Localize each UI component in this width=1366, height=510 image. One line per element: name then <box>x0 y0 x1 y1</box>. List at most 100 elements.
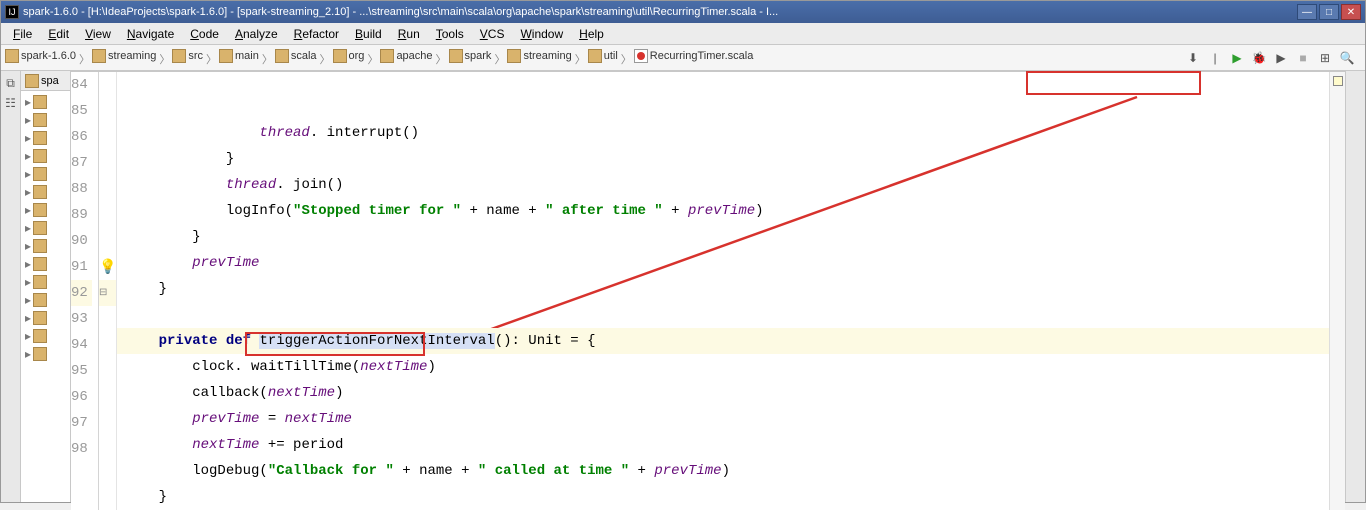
expand-icon[interactable]: ▸ <box>23 257 33 271</box>
code-line[interactable]: thread. join() <box>117 172 1329 198</box>
breadcrumb-main[interactable]: main <box>219 49 259 63</box>
close-button[interactable]: ✕ <box>1341 4 1361 20</box>
tree-row[interactable]: ▸ <box>23 309 68 327</box>
tree-row[interactable]: ▸ <box>23 129 68 147</box>
menu-edit[interactable]: Edit <box>40 25 77 43</box>
expand-icon[interactable]: ▸ <box>23 239 33 253</box>
tree-row[interactable]: ▸ <box>23 183 68 201</box>
menu-code[interactable]: Code <box>182 25 227 43</box>
menu-tools[interactable]: Tools <box>428 25 472 43</box>
minimize-button[interactable]: — <box>1297 4 1317 20</box>
code-line[interactable]: } <box>117 146 1329 172</box>
menu-run[interactable]: Run <box>390 25 428 43</box>
breadcrumb-recurringtimer-scala[interactable]: RecurringTimer.scala <box>634 49 754 63</box>
search-icon[interactable]: 🔍 <box>1339 50 1355 66</box>
run-coverage-icon[interactable]: ▶ <box>1273 50 1289 66</box>
line-number[interactable]: 91 <box>71 254 92 280</box>
line-number[interactable]: 87 <box>71 150 92 176</box>
expand-icon[interactable]: ▸ <box>23 347 33 361</box>
code-line[interactable]: clock. waitTillTime(nextTime) <box>117 354 1329 380</box>
line-number[interactable]: 90 <box>71 228 92 254</box>
code-editor[interactable]: 848586878889909192939495969798 💡⊟ thread… <box>71 72 1345 510</box>
line-number[interactable]: 95 <box>71 358 92 384</box>
code-line[interactable]: logDebug("Callback for " + name + " call… <box>117 458 1329 484</box>
code-line[interactable]: private def triggerActionForNextInterval… <box>117 328 1329 354</box>
structure-tool-icon[interactable]: ☷ <box>3 95 19 111</box>
menu-view[interactable]: View <box>77 25 119 43</box>
line-number[interactable]: 96 <box>71 384 92 410</box>
line-number[interactable]: 97 <box>71 410 92 436</box>
maximize-button[interactable]: □ <box>1319 4 1339 20</box>
tree-row[interactable]: ▸ <box>23 93 68 111</box>
expand-icon[interactable]: ▸ <box>23 311 33 325</box>
expand-icon[interactable]: ▸ <box>23 113 33 127</box>
breadcrumb-streaming[interactable]: streaming <box>92 49 156 63</box>
tree-row[interactable]: ▸ <box>23 111 68 129</box>
breadcrumb-src[interactable]: src <box>172 49 203 63</box>
line-number[interactable]: 85 <box>71 98 92 124</box>
menu-analyze[interactable]: Analyze <box>227 25 286 43</box>
tree-row[interactable]: ▸ <box>23 345 68 363</box>
breadcrumb-org[interactable]: org <box>333 49 365 63</box>
line-number[interactable]: 88 <box>71 176 92 202</box>
expand-icon[interactable]: ▸ <box>23 203 33 217</box>
tree-row[interactable]: ▸ <box>23 291 68 309</box>
breadcrumb-streaming[interactable]: streaming <box>507 49 571 63</box>
code-line[interactable]: } <box>117 484 1329 510</box>
debug-icon[interactable]: 🐞 <box>1251 50 1267 66</box>
project-sidebar[interactable]: spa ▸▸▸▸▸▸▸▸▸▸▸▸▸▸▸ <box>21 71 71 502</box>
expand-icon[interactable]: ▸ <box>23 131 33 145</box>
line-number[interactable]: 98 <box>71 436 92 462</box>
code-line[interactable]: } <box>117 276 1329 302</box>
code-line[interactable]: } <box>117 224 1329 250</box>
code-line[interactable]: callback(nextTime) <box>117 380 1329 406</box>
tree-row[interactable]: ▸ <box>23 273 68 291</box>
line-number[interactable]: 86 <box>71 124 92 150</box>
breadcrumb-spark-1-6-0[interactable]: spark-1.6.0 <box>5 49 76 63</box>
code-line[interactable]: thread. interrupt() <box>117 120 1329 146</box>
tree-row[interactable]: ▸ <box>23 165 68 183</box>
tree-row[interactable]: ▸ <box>23 147 68 165</box>
code-line[interactable]: nextTime += period <box>117 432 1329 458</box>
code-line[interactable]: prevTime = nextTime <box>117 406 1329 432</box>
menu-refactor[interactable]: Refactor <box>286 25 347 43</box>
line-number[interactable]: 84 <box>71 72 92 98</box>
tree-row[interactable]: ▸ <box>23 327 68 345</box>
code-line[interactable]: prevTime <box>117 250 1329 276</box>
menu-build[interactable]: Build <box>347 25 390 43</box>
breadcrumb-apache[interactable]: apache <box>380 49 432 63</box>
run-icon[interactable]: ▶ <box>1229 50 1245 66</box>
project-tool-icon[interactable]: ⧉ <box>3 75 19 91</box>
fold-icon[interactable]: ⊟ <box>99 287 107 299</box>
code-line[interactable] <box>117 302 1329 328</box>
line-number[interactable]: 89 <box>71 202 92 228</box>
tree-row[interactable]: ▸ <box>23 219 68 237</box>
tree-row[interactable]: ▸ <box>23 237 68 255</box>
expand-icon[interactable]: ▸ <box>23 149 33 163</box>
expand-icon[interactable]: ▸ <box>23 221 33 235</box>
menu-window[interactable]: Window <box>512 25 571 43</box>
expand-icon[interactable]: ▸ <box>23 167 33 181</box>
intention-bulb-icon[interactable]: 💡 <box>99 259 116 276</box>
code-line[interactable]: logInfo("Stopped timer for " + name + " … <box>117 198 1329 224</box>
menu-navigate[interactable]: Navigate <box>119 25 182 43</box>
project-structure-icon[interactable]: ⊞ <box>1317 50 1333 66</box>
menu-help[interactable]: Help <box>571 25 612 43</box>
editor-marker-gutter[interactable] <box>1329 72 1345 510</box>
expand-icon[interactable]: ▸ <box>23 185 33 199</box>
line-number[interactable]: 93 <box>71 306 92 332</box>
stop-icon[interactable]: ■ <box>1295 50 1311 66</box>
tree-row[interactable]: ▸ <box>23 201 68 219</box>
menu-vcs[interactable]: VCS <box>472 25 513 43</box>
download-icon[interactable]: ⬇ <box>1185 50 1201 66</box>
expand-icon[interactable]: ▸ <box>23 329 33 343</box>
line-number[interactable]: 92 <box>71 280 92 306</box>
breadcrumb-scala[interactable]: scala <box>275 49 317 63</box>
expand-icon[interactable]: ▸ <box>23 95 33 109</box>
tree-row[interactable]: ▸ <box>23 255 68 273</box>
expand-icon[interactable]: ▸ <box>23 293 33 307</box>
menu-file[interactable]: File <box>5 25 40 43</box>
expand-icon[interactable]: ▸ <box>23 275 33 289</box>
breadcrumb-spark[interactable]: spark <box>449 49 492 63</box>
breadcrumb-util[interactable]: util <box>588 49 618 63</box>
